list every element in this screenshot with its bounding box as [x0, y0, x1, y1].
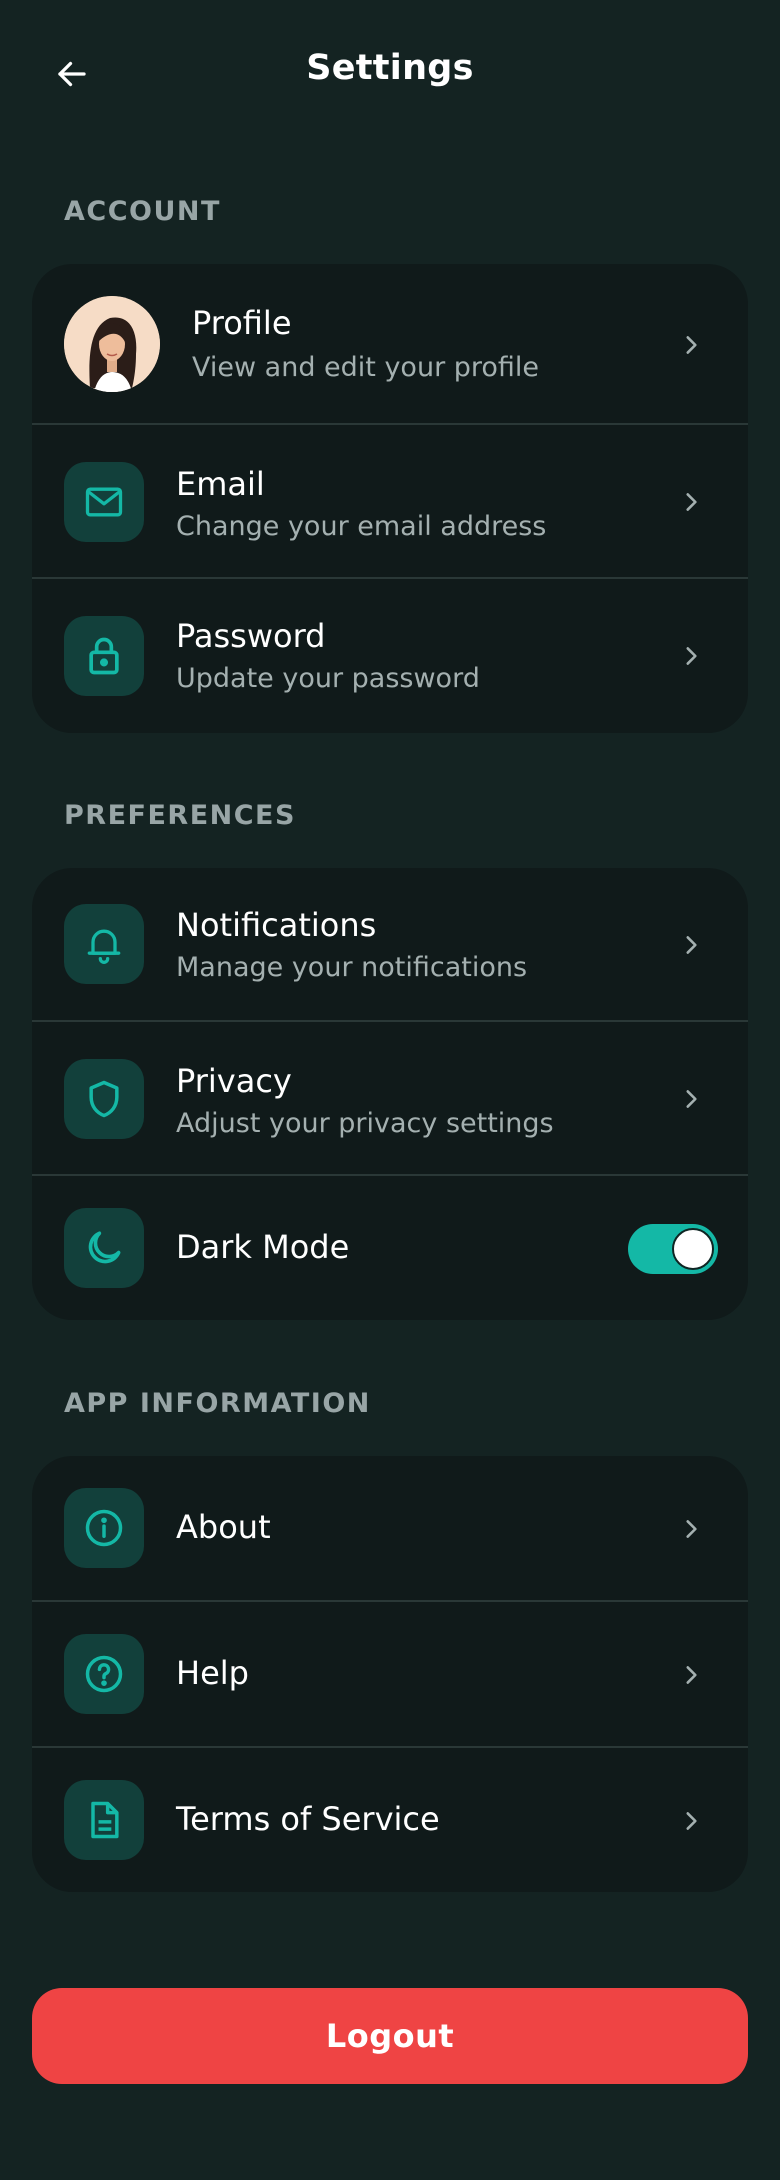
- dark-mode-toggle[interactable]: [628, 1224, 718, 1274]
- settings-item-profile[interactable]: Profile View and edit your profile: [32, 264, 748, 425]
- settings-item-notifications[interactable]: Notifications Manage your notifications: [32, 868, 748, 1022]
- notifications-subtitle: Manage your notifications: [176, 952, 528, 983]
- chevron-right-icon: [678, 932, 704, 958]
- profile-title: Profile: [192, 304, 292, 342]
- help-title: Help: [176, 1654, 249, 1692]
- chevron-right-icon: [678, 1808, 704, 1834]
- dark-mode-title: Dark Mode: [176, 1228, 350, 1266]
- header: Settings: [0, 0, 780, 142]
- settings-item-dark-mode: Dark Mode: [32, 1176, 748, 1320]
- settings-item-password[interactable]: Password Update your password: [32, 579, 748, 733]
- chevron-right-icon: [678, 1086, 704, 1112]
- settings-item-help[interactable]: Help: [32, 1602, 748, 1748]
- email-title: Email: [176, 465, 265, 503]
- notifications-title: Notifications: [176, 906, 377, 944]
- logout-button[interactable]: Logout: [32, 1988, 748, 2084]
- toggle-knob: [672, 1228, 714, 1270]
- info-icon: [64, 1488, 144, 1568]
- mail-icon: [64, 462, 144, 542]
- terms-title: Terms of Service: [176, 1800, 440, 1838]
- settings-item-about[interactable]: About: [32, 1456, 748, 1602]
- page-title: Settings: [306, 48, 474, 88]
- document-icon: [64, 1780, 144, 1860]
- account-card: Profile View and edit your profile Email…: [32, 264, 748, 733]
- chevron-right-icon: [678, 332, 704, 358]
- avatar: [64, 296, 160, 392]
- shield-icon: [64, 1059, 144, 1139]
- password-title: Password: [176, 617, 326, 655]
- chevron-right-icon: [678, 1662, 704, 1688]
- profile-subtitle: View and edit your profile: [192, 352, 540, 383]
- preferences-card: Notifications Manage your notifications …: [32, 868, 748, 1320]
- section-label-preferences: PREFERENCES: [64, 800, 296, 831]
- settings-item-privacy[interactable]: Privacy Adjust your privacy settings: [32, 1022, 748, 1176]
- privacy-title: Privacy: [176, 1062, 292, 1100]
- about-title: About: [176, 1508, 271, 1546]
- settings-item-email[interactable]: Email Change your email address: [32, 425, 748, 579]
- section-label-account: ACCOUNT: [64, 196, 221, 227]
- lock-icon: [64, 616, 144, 696]
- section-label-app-information: APP INFORMATION: [64, 1388, 371, 1419]
- chevron-right-icon: [678, 643, 704, 669]
- privacy-subtitle: Adjust your privacy settings: [176, 1108, 554, 1139]
- settings-item-terms[interactable]: Terms of Service: [32, 1748, 748, 1892]
- help-circle-icon: [64, 1634, 144, 1714]
- moon-icon: [64, 1208, 144, 1288]
- app-information-card: About Help Terms of Service: [32, 1456, 748, 1892]
- password-subtitle: Update your password: [176, 663, 480, 694]
- bell-icon: [64, 904, 144, 984]
- chevron-right-icon: [678, 489, 704, 515]
- email-subtitle: Change your email address: [176, 511, 547, 542]
- chevron-right-icon: [678, 1516, 704, 1542]
